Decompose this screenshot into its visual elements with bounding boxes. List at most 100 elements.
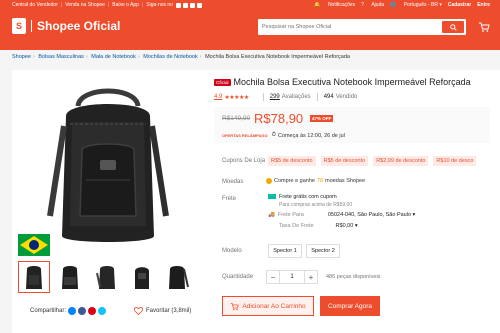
search-button[interactable] <box>442 21 464 33</box>
share-bar: Compartilhar: <box>30 307 107 315</box>
buy-now-button[interactable]: Comprar Agora <box>320 296 380 316</box>
breadcrumb-item[interactable]: Shopee <box>12 54 31 60</box>
increase-button[interactable]: + <box>304 270 318 284</box>
pinterest-icon[interactable] <box>88 307 97 315</box>
free-shipping-info: Frete grátis com cupom Para compras acim… <box>268 194 352 208</box>
share-label: Compartilhar: <box>30 308 67 314</box>
thumbnail[interactable] <box>18 261 50 293</box>
shipping-fee-label: Taxa De Frete <box>279 223 314 229</box>
cart-icon[interactable] <box>478 21 490 33</box>
reviews-count[interactable]: 299 <box>270 94 280 100</box>
search-input[interactable] <box>262 20 432 34</box>
notifications-label: Notificações <box>327 2 356 8</box>
available-stock: 486 peças disponíveis <box>326 274 381 280</box>
rating-row: 4.9 ★★★★★ 299 Avaliações 494 Vendido <box>214 93 357 101</box>
thumbnail[interactable] <box>54 261 86 293</box>
discount-badge: 47% OFF <box>310 115 334 122</box>
breadcrumb-item[interactable]: Mochilas de Notebook <box>143 54 197 60</box>
shipping-address: 05024-040, São Paulo, São Paulo <box>327 212 412 218</box>
quantity-input[interactable]: 1 <box>280 270 304 284</box>
download-app-link[interactable]: Baixe o App <box>112 2 139 8</box>
thumbnail[interactable] <box>126 261 158 293</box>
backpack-image <box>62 266 78 289</box>
notifications-link[interactable]: 🔔 Notificações <box>314 2 355 8</box>
search-box <box>258 19 466 35</box>
flash-sale-time: Começa às 12:00, 26 de jul <box>277 132 345 139</box>
brand-name: Shopee Oficial <box>37 19 121 33</box>
sell-link[interactable]: Venda na Shopee <box>65 2 105 8</box>
coupon-chip[interactable]: R$5 de desconto <box>320 156 369 166</box>
login-link[interactable]: Entre <box>477 2 490 8</box>
twitter-icon[interactable] <box>98 307 107 315</box>
language-label: Português - BR <box>403 2 438 8</box>
model-option[interactable]: Spector 2 <box>306 244 340 258</box>
sold-count: 494 <box>323 94 334 100</box>
help-label: Ajuda <box>371 2 385 8</box>
thumbnail-strip <box>18 261 198 293</box>
favorite-button[interactable]: Favoritar (3,8mil) <box>134 307 191 315</box>
facebook-icon[interactable] <box>78 307 87 315</box>
thumbnail[interactable] <box>90 261 122 293</box>
reviews-label: Avaliações <box>281 94 311 100</box>
breadcrumb: Shopee › Bolsas Masculinas › Mala de Noteb… <box>12 54 350 60</box>
shipping-fee-value: R$0,00 <box>335 223 354 229</box>
heart-icon <box>134 307 143 315</box>
shipping-destination: 🚚 Frete Para 05024-040, São Paulo, São P… <box>268 212 415 218</box>
divider <box>31 20 32 32</box>
breadcrumb-item[interactable]: Mala de Notebook <box>91 54 136 60</box>
product-title-row: Oficial Mochila Bolsa Executiva Notebook… <box>214 77 471 87</box>
tiktok-icon[interactable] <box>189 2 195 8</box>
coupon-chip[interactable]: R$10 de desco <box>433 156 477 166</box>
free-shipping-icon <box>268 194 276 200</box>
backpack-image <box>135 267 149 289</box>
shipping-label: Frete <box>222 196 237 202</box>
facebook-icon[interactable] <box>182 2 188 8</box>
language-selector[interactable]: 🌐 Português - BR ▾ <box>390 2 442 8</box>
shipping-fee-selector[interactable]: R$0,00 ▾ <box>336 223 358 229</box>
coupon-list: R$5 de desconto R$5 de desconto R$2,99 d… <box>268 156 481 166</box>
backpack-image <box>26 266 42 289</box>
add-to-cart-button[interactable]: Adicionar Ao Carrinho <box>222 296 314 316</box>
coins-amount: 78 <box>316 178 324 184</box>
header: Central do Vendedor | Venda na Shopee | … <box>0 0 500 50</box>
divider: | <box>141 2 144 8</box>
official-badge: Oficial <box>214 78 231 86</box>
current-price: R$78,90 <box>254 111 304 126</box>
twitter-icon[interactable] <box>196 2 202 8</box>
shopee-bag-icon: S <box>12 18 26 34</box>
flash-sale-row: OFERTAS RELÂMPAGO ⏱ Começa às 12:00, 26 … <box>222 132 345 139</box>
product-main-image[interactable] <box>20 76 196 252</box>
divider <box>316 93 318 101</box>
free-shipping-condition: Para compras acima de R$59,00 <box>279 202 353 208</box>
coupon-chip[interactable]: R$2,99 de desconto <box>373 156 429 166</box>
divider <box>262 93 264 101</box>
top-bar: Central do Vendedor | Venda na Shopee | … <box>0 0 500 10</box>
product-title: Mochila Bolsa Executiva Notebook Imperme… <box>233 77 471 87</box>
divider: | <box>60 2 63 8</box>
shipping-address-selector[interactable]: 05024-040, São Paulo, São Paulo ▾ <box>328 212 415 218</box>
breadcrumb-item[interactable]: Bolsas Masculinas <box>38 54 84 60</box>
sold-label: Vendido <box>335 94 358 100</box>
thumbnail[interactable] <box>162 261 194 293</box>
original-price: R$149,90 <box>222 115 251 122</box>
brand-logo[interactable]: S Shopee Oficial <box>12 18 120 34</box>
price-box: R$149,90 R$78,90 47% OFF OFERTAS RELÂMPA… <box>214 107 490 143</box>
seller-center-link[interactable]: Central do Vendedor <box>12 2 58 8</box>
quantity-label: Quantidade <box>222 274 254 280</box>
rating-value[interactable]: 4.9 <box>214 94 222 100</box>
truck-icon: 🚚 <box>268 212 275 218</box>
flash-sale-tag: OFERTAS RELÂMPAGO <box>222 133 268 138</box>
help-link[interactable]: ? Ajuda <box>361 2 384 8</box>
register-link[interactable]: Cadastrar <box>448 2 471 8</box>
model-option[interactable]: Spector 1 <box>268 244 302 258</box>
follow-label: Siga-nos no <box>146 2 173 8</box>
coins-prefix: Compre e ganhe <box>274 178 315 184</box>
coupon-chip[interactable]: R$5 de desconto <box>268 156 316 166</box>
quantity-stepper: − 1 + 486 peças disponíveis <box>266 270 380 284</box>
instagram-icon[interactable] <box>175 2 181 8</box>
coin-icon <box>266 178 272 184</box>
decrease-button[interactable]: − <box>266 270 280 284</box>
clock-icon: ⏱ <box>271 132 276 138</box>
messenger-icon[interactable] <box>68 307 77 315</box>
backpack-image <box>96 266 115 289</box>
